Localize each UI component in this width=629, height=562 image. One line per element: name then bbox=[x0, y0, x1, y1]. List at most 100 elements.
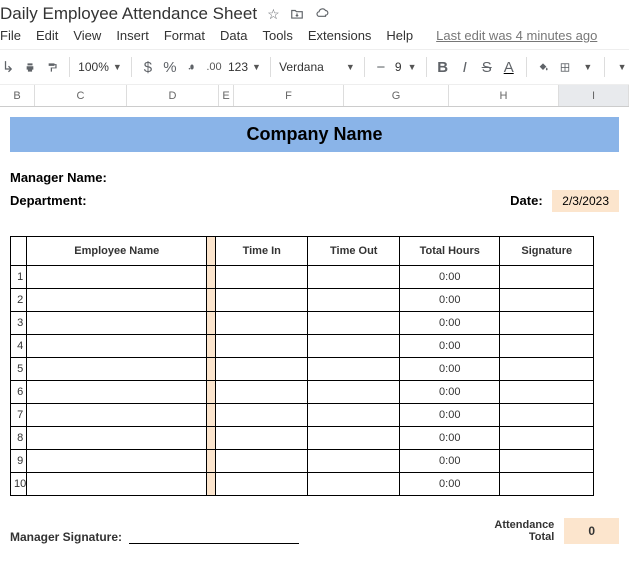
menu-insert[interactable]: Insert bbox=[116, 28, 149, 43]
time-out-cell[interactable] bbox=[308, 404, 400, 427]
signature-cell[interactable] bbox=[500, 266, 594, 289]
decrease-font-size-button[interactable]: − bbox=[373, 57, 389, 78]
menu-tools[interactable]: Tools bbox=[262, 28, 292, 43]
time-out-cell[interactable] bbox=[308, 266, 400, 289]
time-in-cell[interactable] bbox=[216, 358, 308, 381]
column-header[interactable]: G bbox=[344, 85, 449, 106]
column-header[interactable]: I bbox=[559, 85, 629, 106]
employee-name-cell[interactable] bbox=[27, 473, 207, 496]
row-number-cell[interactable]: 10 bbox=[11, 473, 27, 496]
time-out-cell[interactable] bbox=[308, 335, 400, 358]
signature-cell[interactable] bbox=[500, 312, 594, 335]
strikethrough-button[interactable]: S bbox=[479, 57, 495, 78]
date-value-cell[interactable]: 2/3/2023 bbox=[552, 190, 619, 212]
signature-cell[interactable] bbox=[500, 473, 594, 496]
employee-name-cell[interactable] bbox=[27, 450, 207, 473]
column-header[interactable]: C bbox=[35, 85, 127, 106]
row-number-cell[interactable]: 6 bbox=[11, 381, 27, 404]
total-hours-cell[interactable]: 0:00 bbox=[400, 427, 500, 450]
menu-data[interactable]: Data bbox=[220, 28, 247, 43]
row-number-cell[interactable]: 2 bbox=[11, 289, 27, 312]
total-hours-cell[interactable]: 0:00 bbox=[400, 289, 500, 312]
signature-header[interactable]: Signature bbox=[500, 237, 594, 266]
time-out-cell[interactable] bbox=[308, 381, 400, 404]
currency-format-button[interactable]: $ bbox=[140, 57, 156, 78]
decrease-decimal-button[interactable] bbox=[184, 58, 200, 76]
row-number-cell[interactable]: 4 bbox=[11, 335, 27, 358]
time-in-cell[interactable] bbox=[216, 450, 308, 473]
document-title[interactable]: Daily Employee Attendance Sheet bbox=[0, 4, 257, 24]
row-number-cell[interactable]: 7 bbox=[11, 404, 27, 427]
signature-cell[interactable] bbox=[500, 381, 594, 404]
time-in-cell[interactable] bbox=[216, 266, 308, 289]
column-header[interactable]: E bbox=[219, 85, 234, 106]
manager-name-label[interactable]: Manager Name: bbox=[10, 170, 107, 185]
text-color-button[interactable]: A bbox=[501, 57, 517, 78]
number-format-dropdown[interactable]: 123 ▼ bbox=[228, 60, 261, 74]
total-hours-cell[interactable]: 0:00 bbox=[400, 358, 500, 381]
column-header[interactable]: B bbox=[0, 85, 35, 106]
star-icon[interactable]: ☆ bbox=[267, 6, 280, 23]
percent-format-button[interactable]: % bbox=[162, 57, 178, 78]
menu-view[interactable]: View bbox=[73, 28, 101, 43]
menu-extensions[interactable]: Extensions bbox=[308, 28, 372, 43]
row-number-cell[interactable]: 3 bbox=[11, 312, 27, 335]
manager-signature-label[interactable]: Manager Signature: bbox=[10, 530, 299, 544]
signature-cell[interactable] bbox=[500, 289, 594, 312]
employee-name-cell[interactable] bbox=[27, 427, 207, 450]
italic-button[interactable]: I bbox=[457, 57, 473, 78]
bold-button[interactable]: B bbox=[435, 57, 451, 78]
time-out-cell[interactable] bbox=[308, 473, 400, 496]
attendance-total-label[interactable]: AttendanceTotal bbox=[494, 519, 554, 543]
column-header[interactable]: F bbox=[234, 85, 344, 106]
company-name-banner[interactable]: Company Name bbox=[10, 117, 619, 152]
time-out-cell[interactable] bbox=[308, 289, 400, 312]
attendance-total-value[interactable]: 0 bbox=[564, 518, 619, 544]
total-hours-cell[interactable]: 0:00 bbox=[400, 335, 500, 358]
total-hours-cell[interactable]: 0:00 bbox=[400, 381, 500, 404]
cloud-sync-icon[interactable] bbox=[314, 7, 330, 21]
time-out-cell[interactable] bbox=[308, 427, 400, 450]
signature-cell[interactable] bbox=[500, 335, 594, 358]
row-number-cell[interactable]: 1 bbox=[11, 266, 27, 289]
time-in-cell[interactable] bbox=[216, 335, 308, 358]
menu-format[interactable]: Format bbox=[164, 28, 205, 43]
time-out-cell[interactable] bbox=[308, 358, 400, 381]
total-hours-header[interactable]: Total Hours bbox=[400, 237, 500, 266]
total-hours-cell[interactable]: 0:00 bbox=[400, 473, 500, 496]
signature-line[interactable] bbox=[129, 543, 299, 544]
column-header[interactable]: D bbox=[127, 85, 219, 106]
time-in-cell[interactable] bbox=[216, 289, 308, 312]
spreadsheet-content[interactable]: Company Name Manager Name: Department: D… bbox=[0, 117, 629, 544]
zoom-dropdown[interactable]: 100% ▼ bbox=[78, 60, 122, 74]
total-hours-cell[interactable]: 0:00 bbox=[400, 450, 500, 473]
redo-arrow-icon[interactable]: ↳ bbox=[0, 56, 16, 78]
fill-color-button[interactable] bbox=[535, 58, 551, 77]
chevron-down-icon[interactable]: ▼ bbox=[408, 62, 417, 72]
horizontal-align-button[interactable]: ▼ bbox=[613, 58, 629, 77]
borders-button[interactable] bbox=[557, 58, 573, 77]
time-in-cell[interactable] bbox=[216, 404, 308, 427]
paint-format-icon[interactable] bbox=[44, 58, 60, 77]
merge-cells-button[interactable]: ▼ bbox=[579, 58, 595, 77]
time-in-cell[interactable] bbox=[216, 381, 308, 404]
last-edit-link[interactable]: Last edit was 4 minutes ago bbox=[436, 28, 597, 43]
time-in-header[interactable]: Time In bbox=[216, 237, 308, 266]
employee-name-cell[interactable] bbox=[27, 312, 207, 335]
increase-decimal-button[interactable]: .00 bbox=[206, 59, 222, 75]
employee-name-cell[interactable] bbox=[27, 358, 207, 381]
employee-name-cell[interactable] bbox=[27, 266, 207, 289]
employee-name-cell[interactable] bbox=[27, 381, 207, 404]
employee-name-cell[interactable] bbox=[27, 289, 207, 312]
signature-cell[interactable] bbox=[500, 427, 594, 450]
employee-name-header[interactable]: Employee Name bbox=[27, 237, 207, 266]
time-out-cell[interactable] bbox=[308, 450, 400, 473]
time-in-cell[interactable] bbox=[216, 312, 308, 335]
employee-name-cell[interactable] bbox=[27, 404, 207, 427]
time-out-cell[interactable] bbox=[308, 312, 400, 335]
font-family-dropdown[interactable]: Verdana ▼ bbox=[279, 60, 355, 74]
time-out-header[interactable]: Time Out bbox=[308, 237, 400, 266]
font-size-input[interactable]: 9 bbox=[395, 60, 402, 74]
time-in-cell[interactable] bbox=[216, 473, 308, 496]
row-number-header[interactable] bbox=[11, 237, 27, 266]
